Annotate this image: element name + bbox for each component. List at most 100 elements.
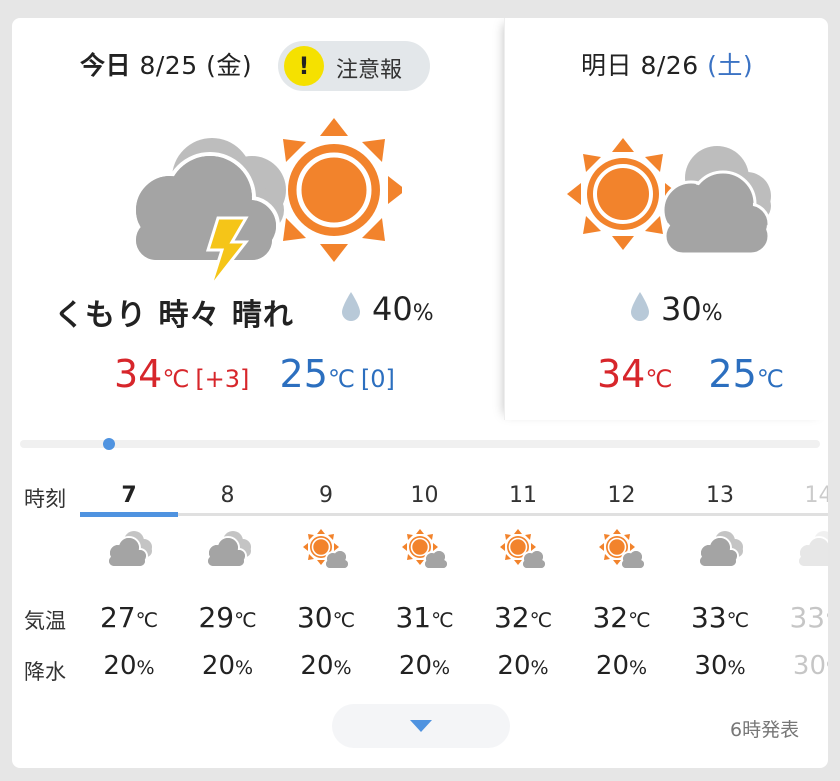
hour-column[interactable]: 11 32℃ 20% bbox=[474, 473, 572, 683]
cloud-icon bbox=[203, 529, 253, 575]
hour-temp-value: 32 bbox=[493, 601, 530, 634]
hour-label: 14 bbox=[804, 483, 829, 508]
raindrop-icon bbox=[631, 292, 649, 321]
tomorrow-panel[interactable]: 明日 8/26 (土) 30% 34℃ 25℃ bbox=[504, 18, 828, 420]
hour-column[interactable]: 8 29℃ 20% bbox=[179, 473, 277, 683]
hour-precip-value: 20 bbox=[398, 651, 433, 681]
hour-precip-value: 20 bbox=[300, 651, 334, 681]
today-precip: 40% bbox=[342, 290, 434, 328]
exclamation-icon: ! bbox=[284, 46, 324, 86]
tomorrow-label: 明日 bbox=[581, 51, 633, 80]
hour-label: 10 bbox=[410, 483, 439, 508]
hour-column[interactable]: 10 31℃ 20% bbox=[376, 473, 474, 683]
expand-button[interactable] bbox=[332, 704, 510, 748]
hour-temp-unit: ℃ bbox=[431, 608, 454, 632]
today-heading: 今日 8/25 (金) bbox=[80, 46, 252, 82]
hour-temp: 30℃ bbox=[277, 601, 375, 634]
hour-column[interactable]: 7 27℃ 20% bbox=[80, 473, 178, 683]
hour-precip-unit: % bbox=[136, 657, 155, 679]
hour-precip-unit: % bbox=[432, 657, 451, 679]
hour-column[interactable]: 12 32℃ 20% bbox=[573, 473, 671, 683]
today-low-diff: [0] bbox=[360, 365, 395, 393]
hour-temp-value: 27 bbox=[99, 601, 136, 634]
today-precip-value: 40 bbox=[372, 290, 413, 328]
hour-temp-value: 29 bbox=[198, 601, 235, 634]
tomorrow-weekday: (土) bbox=[707, 51, 754, 80]
tomorrow-precip-unit: % bbox=[701, 301, 723, 326]
warning-label: 注意報 bbox=[336, 58, 403, 83]
sun-cloud-icon bbox=[498, 529, 548, 575]
tomorrow-precip: 30% bbox=[631, 290, 723, 328]
hour-precip: 20% bbox=[80, 651, 178, 681]
hour-label: 8 bbox=[220, 483, 235, 508]
hour-precip-value: 20 bbox=[201, 651, 236, 681]
today-panel[interactable]: 今日 8/25 (金) ! 注意報 くもり 時々 晴れ 40% 34℃ [+3]… bbox=[12, 18, 498, 420]
sun-cloud-icon bbox=[400, 529, 450, 575]
hour-precip-value: 20 bbox=[103, 651, 137, 681]
today-high-unit: ℃ bbox=[162, 365, 190, 393]
hour-precip-unit: % bbox=[727, 657, 746, 679]
scroll-position-dot[interactable] bbox=[103, 438, 115, 450]
hour-temp-unit: ℃ bbox=[825, 608, 828, 632]
tomorrow-low: 25℃ bbox=[708, 352, 783, 396]
hour-temp-value: 33 bbox=[690, 601, 727, 634]
hour-precip: 30% bbox=[770, 651, 828, 681]
today-precip-unit: % bbox=[412, 301, 434, 326]
hour-column[interactable]: 9 30℃ 20% bbox=[277, 473, 375, 683]
precip-row-label: 降水 bbox=[24, 660, 66, 683]
hour-column[interactable]: 13 33℃ 30% bbox=[671, 473, 769, 683]
hour-precip-value: 30 bbox=[694, 651, 728, 681]
temp-row-label: 気温 bbox=[24, 609, 66, 633]
hour-column[interactable]: 14 33℃ 30% bbox=[770, 473, 829, 683]
hour-temp-value: 31 bbox=[395, 601, 432, 634]
hour-label: 7 bbox=[121, 483, 137, 508]
forecast-card: 今日 8/25 (金) ! 注意報 くもり 時々 晴れ 40% 34℃ [+3]… bbox=[12, 18, 828, 768]
hour-temp-value: 30 bbox=[296, 601, 333, 634]
cloud-icon bbox=[104, 529, 154, 575]
hour-temp-unit: ℃ bbox=[332, 608, 356, 632]
hour-temp-unit: ℃ bbox=[726, 608, 750, 632]
tomorrow-high-value: 34 bbox=[597, 352, 646, 396]
hour-temp-unit: ℃ bbox=[234, 608, 257, 632]
today-high-value: 34 bbox=[114, 352, 163, 396]
tomorrow-heading: 明日 8/26 (土) bbox=[581, 46, 753, 82]
hour-precip-unit: % bbox=[530, 657, 549, 679]
hour-precip-unit: % bbox=[235, 657, 254, 679]
hourly-forecast[interactable]: 時刻 気温 降水 7 27℃ 20% 8 29℃ 20% 9 30℃ 20% 10 31℃ 20% 11… bbox=[12, 473, 828, 683]
hourly-scrollbar[interactable] bbox=[20, 440, 820, 448]
hour-precip-value: 30 bbox=[792, 651, 827, 681]
hour-temp: 32℃ bbox=[573, 601, 671, 634]
hour-precip-unit: % bbox=[629, 657, 648, 679]
today-low-unit: ℃ bbox=[327, 365, 355, 393]
hour-temp: 31℃ bbox=[376, 601, 474, 634]
hour-precip: 20% bbox=[474, 651, 572, 681]
hour-precip-unit: % bbox=[333, 657, 352, 679]
hour-label: 11 bbox=[509, 483, 537, 508]
hour-label: 9 bbox=[319, 483, 333, 508]
cloud-thunder-sun-icon bbox=[132, 118, 402, 288]
warning-badge[interactable]: ! 注意報 bbox=[278, 41, 430, 91]
raindrop-icon bbox=[342, 292, 360, 321]
tomorrow-high: 34℃ bbox=[597, 352, 672, 396]
hour-precip: 20% bbox=[573, 651, 671, 681]
today-high: 34℃ [+3] bbox=[114, 352, 249, 396]
today-low: 25℃ [0] bbox=[280, 352, 395, 396]
hour-temp: 33℃ bbox=[770, 601, 828, 634]
cloud-icon bbox=[794, 529, 828, 575]
today-low-value: 25 bbox=[279, 352, 328, 396]
tomorrow-low-value: 25 bbox=[708, 352, 757, 396]
hour-precip-value: 20 bbox=[595, 651, 630, 681]
hour-precip: 20% bbox=[376, 651, 474, 681]
tomorrow-precip-value: 30 bbox=[661, 290, 702, 328]
tomorrow-high-unit: ℃ bbox=[645, 365, 673, 393]
tomorrow-temps: 34℃ 25℃ bbox=[597, 352, 784, 396]
today-weekday: (金) bbox=[206, 51, 253, 80]
sun-cloud-icon bbox=[597, 529, 647, 575]
hour-temp-unit: ℃ bbox=[529, 608, 553, 632]
hour-temp: 27℃ bbox=[80, 601, 178, 634]
sun-cloud-icon bbox=[301, 529, 351, 575]
today-date: 8/25 bbox=[139, 51, 198, 80]
tomorrow-low-unit: ℃ bbox=[756, 365, 784, 393]
hour-label: 13 bbox=[706, 483, 734, 508]
hour-precip: 30% bbox=[671, 651, 769, 681]
